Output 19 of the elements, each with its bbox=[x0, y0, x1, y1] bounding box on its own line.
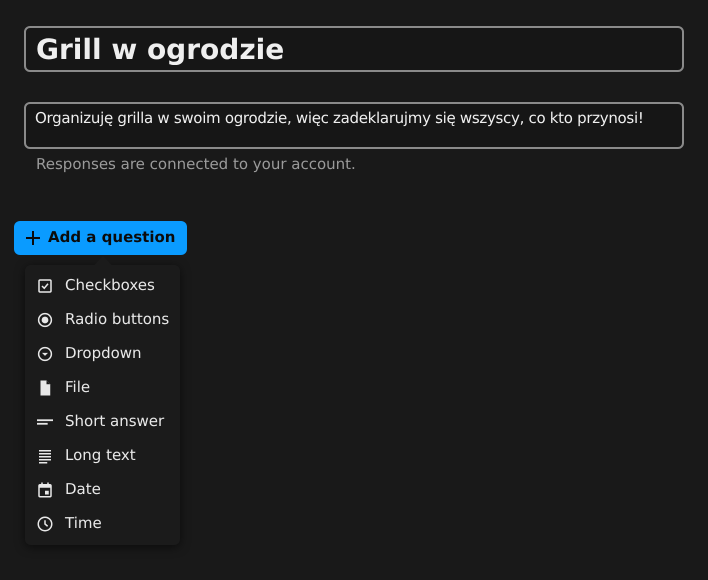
menu-item[interactable]: Dropdown bbox=[25, 336, 180, 370]
menu-item[interactable]: Radio buttons bbox=[25, 302, 180, 336]
checkbox-icon bbox=[36, 276, 54, 294]
add-question-button[interactable]: Add a question bbox=[14, 220, 188, 254]
title-field[interactable]: Grill w ogrodzie bbox=[24, 26, 684, 72]
menu-item[interactable]: Checkboxes bbox=[25, 268, 180, 302]
menu-item[interactable]: Long text bbox=[25, 438, 180, 472]
calendar-icon bbox=[36, 480, 54, 498]
menu-item[interactable]: File bbox=[25, 370, 180, 404]
plus-icon bbox=[26, 230, 40, 244]
dropdown-icon bbox=[36, 344, 54, 362]
helper-text: Responses are connected to your account. bbox=[36, 154, 357, 175]
menu-item[interactable]: Time bbox=[25, 506, 180, 540]
clock-icon bbox=[36, 514, 54, 532]
menu-item[interactable]: Date bbox=[25, 472, 180, 506]
description-field[interactable]: Organizuję grilla w swoim ogrodzie, więc zadeklarujmy się wszyscy, co kto przynosi! bbox=[24, 102, 684, 149]
short-text-icon bbox=[37, 418, 53, 424]
menu-item[interactable]: Short answer bbox=[25, 404, 180, 438]
radio-icon bbox=[36, 310, 54, 328]
